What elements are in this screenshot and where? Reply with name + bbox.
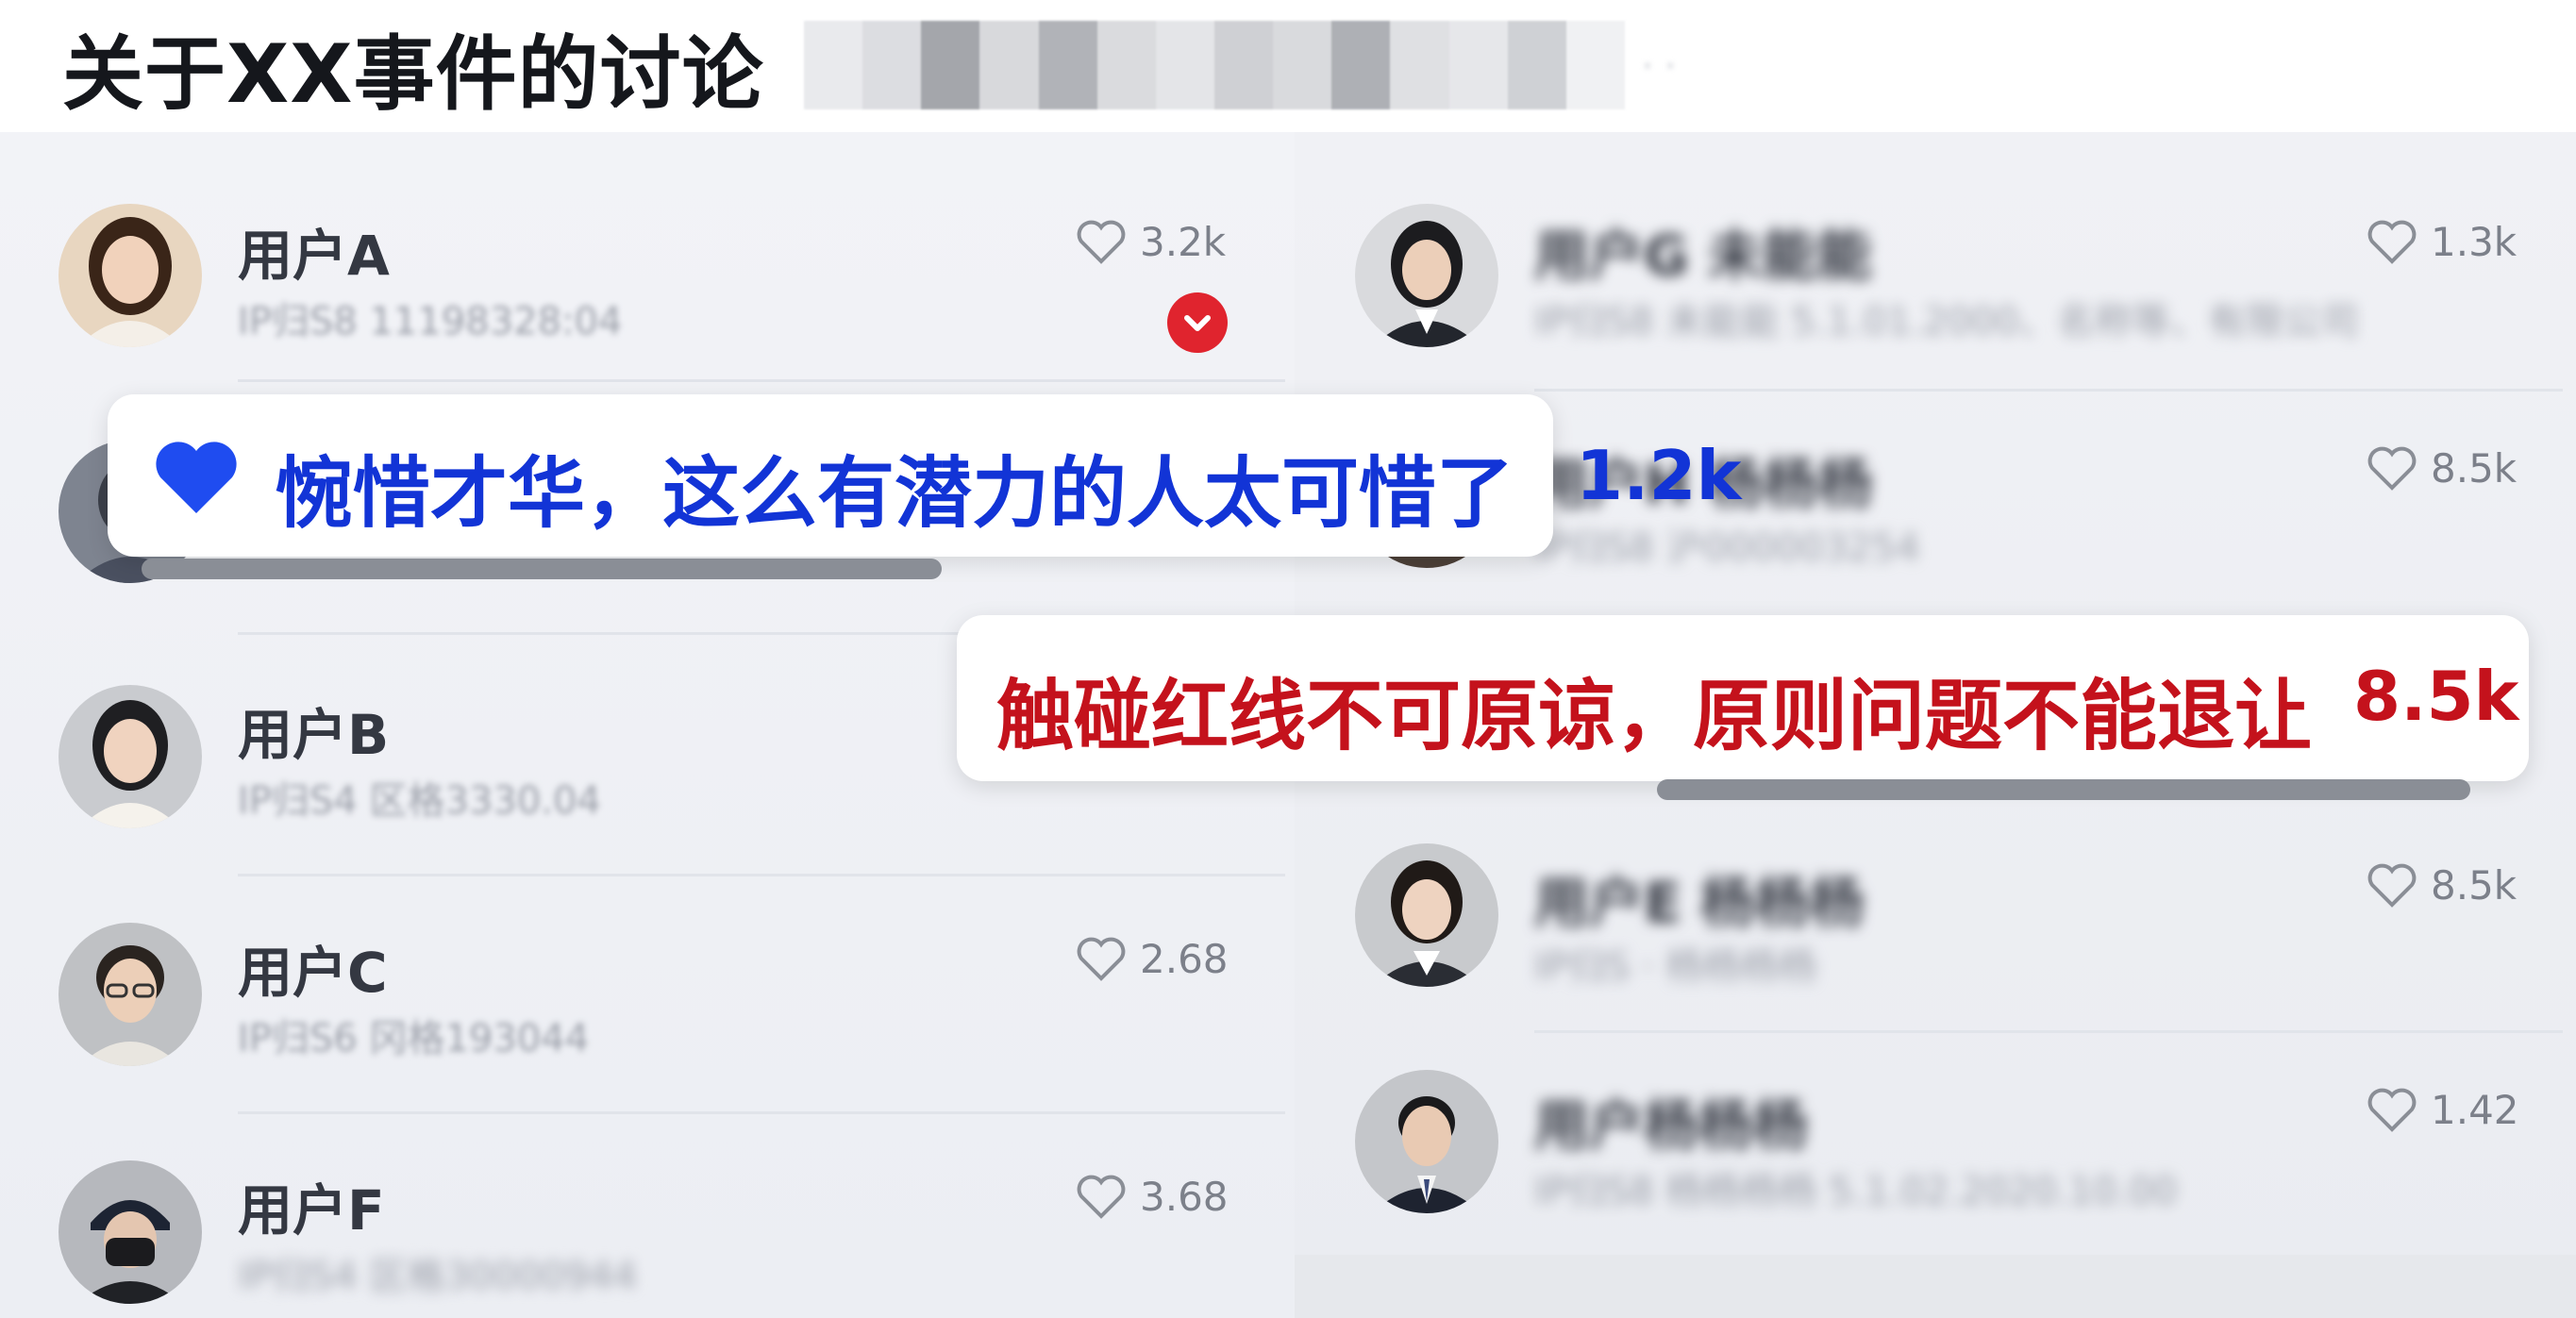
avatar[interactable] bbox=[1355, 1070, 1498, 1213]
user-meta: IP归S4 区格3330.04 bbox=[238, 779, 601, 823]
like-count: 2.68 bbox=[1140, 936, 1229, 982]
user-name[interactable]: 用户F bbox=[238, 1166, 385, 1245]
user-meta: IP归S8 杨杨杨杨 5.1.02.2020.10.00 bbox=[1534, 1170, 2178, 1213]
highlight-comment-callout[interactable]: 惋惜才华，这么有潜力的人太可惜了 bbox=[108, 394, 1553, 557]
callout-count: 1.2k bbox=[1576, 436, 1742, 515]
avatar[interactable] bbox=[1355, 204, 1498, 347]
scrollbar[interactable] bbox=[142, 559, 942, 579]
avatar[interactable] bbox=[59, 685, 202, 828]
callout-count: 8.5k bbox=[2353, 657, 2519, 736]
like-count: 3.2k bbox=[1140, 219, 1227, 265]
user-meta: IP归S8 未能能 5.1.01.2000、名称等、有限公司 bbox=[1534, 300, 2359, 343]
divider bbox=[238, 874, 1285, 876]
page-header: 关于XX事件的讨论 · · bbox=[0, 0, 2576, 132]
redacted-suffix: · · bbox=[1642, 45, 1677, 87]
divider bbox=[238, 1111, 1285, 1114]
user-meta: IP归S8 11198328:04 bbox=[238, 300, 623, 343]
like-button[interactable]: 8.5k bbox=[2367, 862, 2517, 909]
like-button[interactable]: 1.42 bbox=[2367, 1087, 2519, 1133]
heart-outline-icon bbox=[2367, 863, 2417, 908]
avatar[interactable] bbox=[59, 923, 202, 1066]
redacted-mosaic bbox=[804, 21, 1625, 109]
user-meta: IP归S4 区格30000944 bbox=[238, 1255, 638, 1298]
user-name[interactable]: 用户B bbox=[238, 691, 389, 770]
divider bbox=[238, 379, 1285, 382]
user-name[interactable]: 用户E 杨杨杨 bbox=[1534, 859, 1865, 938]
user-name[interactable]: 用户C bbox=[238, 928, 388, 1008]
avatar[interactable] bbox=[59, 1160, 202, 1304]
divider bbox=[1534, 389, 2563, 392]
page-title: 关于XX事件的讨论 bbox=[62, 27, 764, 122]
callout-text: 触碰红线不可原谅，原则问题不能退让 bbox=[996, 672, 2313, 761]
user-meta: IP归S8 沪000003254 bbox=[1534, 526, 1920, 570]
like-count: 1.42 bbox=[2431, 1087, 2519, 1133]
like-button[interactable]: 8.5k bbox=[2367, 445, 2517, 492]
like-count: 3.68 bbox=[1140, 1174, 1229, 1220]
user-name[interactable]: 用户杨杨杨 bbox=[1534, 1081, 1808, 1160]
comment-feed: 用户A IP归S8 11198328:04 3.2k 用户B IP归S4 区格3… bbox=[0, 132, 2576, 1318]
callout-text: 惋惜才华，这么有潜力的人太可惜了 bbox=[276, 449, 1514, 539]
heart-filled-icon bbox=[156, 442, 237, 513]
like-button[interactable]: 1.3k bbox=[2367, 219, 2517, 265]
user-name[interactable]: 用户A bbox=[238, 211, 390, 291]
user-name[interactable]: 用户G 未能能 bbox=[1534, 211, 1872, 291]
avatar[interactable] bbox=[59, 204, 202, 347]
like-count: 1.3k bbox=[2431, 219, 2517, 265]
avatar[interactable] bbox=[1355, 843, 1498, 987]
bottom-panel bbox=[1295, 1255, 2576, 1318]
like-count: 8.5k bbox=[2431, 862, 2517, 909]
like-button[interactable]: 3.2k bbox=[1076, 219, 1226, 265]
divider bbox=[1534, 1030, 2563, 1033]
user-meta: IP归S6 冈格193044 bbox=[238, 1017, 590, 1060]
like-count: 8.5k bbox=[2431, 445, 2517, 492]
highlight-comment-callout[interactable]: 触碰红线不可原谅，原则问题不能退让 8.5k bbox=[957, 615, 2529, 781]
user-meta: IP归S · 杨杨杨杨 bbox=[1534, 945, 1817, 989]
scrollbar[interactable] bbox=[1657, 779, 2470, 800]
heart-outline-icon bbox=[1077, 220, 1126, 264]
heart-outline-icon bbox=[1077, 937, 1126, 981]
heart-outline-icon bbox=[2367, 446, 2417, 491]
check-badge-icon bbox=[1167, 292, 1228, 353]
like-button[interactable]: 2.68 bbox=[1076, 936, 1229, 982]
like-button[interactable]: 3.68 bbox=[1076, 1174, 1229, 1220]
heart-outline-icon bbox=[2367, 1088, 2417, 1132]
heart-outline-icon bbox=[2367, 220, 2417, 264]
heart-outline-icon bbox=[1077, 1175, 1126, 1219]
